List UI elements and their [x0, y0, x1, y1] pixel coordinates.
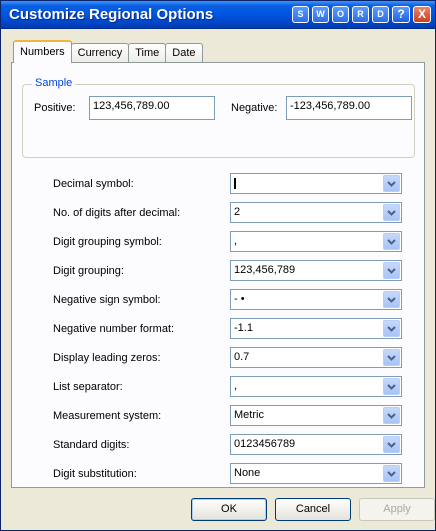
tab-currency[interactable]: Currency	[70, 43, 130, 63]
d-button[interactable]: D	[372, 6, 389, 23]
r-button[interactable]: R	[352, 6, 369, 23]
negative-number-format-value: -1.1	[234, 322, 253, 334]
negative-number-format-combo[interactable]: -1.1	[230, 318, 402, 339]
digit-substitution-value: None	[234, 467, 261, 479]
o-button[interactable]: O	[332, 6, 349, 23]
close-button[interactable]: X	[413, 6, 431, 23]
cancel-button[interactable]: Cancel	[275, 498, 351, 521]
negative-sign-symbol-combo[interactable]: - •	[230, 289, 402, 310]
chevron-down-icon[interactable]	[383, 291, 400, 308]
measurement-system-combo[interactable]: Metric	[230, 405, 402, 426]
standard-digits-value: 0123456789	[234, 438, 296, 450]
negative-sign-symbol-label: Negative sign symbol:	[53, 294, 161, 306]
decimal-symbol-value	[234, 177, 236, 189]
chevron-down-icon[interactable]	[383, 320, 400, 337]
title-bar-buttons: S W O R D ? X	[292, 6, 431, 23]
chevron-down-icon[interactable]	[383, 436, 400, 453]
negative-sample-field: -123,456,789.00	[286, 96, 412, 120]
sample-legend: Sample	[32, 77, 76, 89]
chevron-down-icon[interactable]	[383, 175, 400, 192]
help-button[interactable]: ?	[392, 6, 410, 23]
digits-after-decimal-combo[interactable]: 2	[230, 202, 402, 223]
chevron-down-icon[interactable]	[383, 378, 400, 395]
chevron-down-icon[interactable]	[383, 262, 400, 279]
text-cursor	[234, 177, 236, 189]
digit-grouping-label: Digit grouping:	[53, 265, 124, 277]
tab-date[interactable]: Date	[165, 43, 203, 63]
display-leading-zeros-label: Display leading zeros:	[53, 352, 161, 364]
positive-label: Positive:	[34, 102, 76, 114]
digit-grouping-symbol-label: Digit grouping symbol:	[53, 236, 162, 248]
digits-after-decimal-label: No. of digits after decimal:	[53, 207, 181, 219]
dialog-window: Customize Regional Options S W O R D ? X…	[0, 0, 436, 531]
tab-numbers[interactable]: Numbers	[13, 40, 72, 63]
digit-grouping-value: 123,456,789	[234, 264, 296, 276]
standard-digits-combo[interactable]: 0123456789	[230, 434, 402, 455]
chevron-down-icon[interactable]	[383, 204, 400, 221]
decimal-symbol-label: Decimal symbol:	[53, 178, 134, 190]
standard-digits-label: Standard digits:	[53, 439, 130, 451]
tab-time[interactable]: Time	[128, 43, 167, 63]
positive-sample-field: 123,456,789.00	[89, 96, 215, 120]
list-separator-combo[interactable]: ,	[230, 376, 402, 397]
digit-substitution-label: Digit substitution:	[53, 468, 137, 480]
ok-button[interactable]: OK	[191, 498, 267, 521]
chevron-down-icon[interactable]	[383, 233, 400, 250]
apply-button[interactable]: Apply	[359, 498, 435, 521]
digit-grouping-combo[interactable]: 123,456,789	[230, 260, 402, 281]
chevron-down-icon[interactable]	[383, 349, 400, 366]
tab-strip: Numbers Currency Time Date	[13, 39, 203, 63]
window-title: Customize Regional Options	[9, 6, 214, 23]
measurement-system-label: Measurement system:	[53, 410, 162, 422]
digit-substitution-combo[interactable]: None	[230, 463, 402, 484]
chevron-down-icon[interactable]	[383, 465, 400, 482]
title-bar[interactable]: Customize Regional Options S W O R D ? X	[1, 1, 435, 29]
digit-grouping-symbol-value: ,	[234, 235, 238, 247]
digit-grouping-symbol-combo[interactable]: ,	[230, 231, 402, 252]
list-separator-value: ,	[234, 380, 238, 392]
list-separator-label: List separator:	[53, 381, 123, 393]
negative-label: Negative:	[231, 102, 278, 114]
decimal-symbol-combo[interactable]	[230, 173, 402, 194]
display-leading-zeros-combo[interactable]: 0.7	[230, 347, 402, 368]
display-leading-zeros-value: 0.7	[234, 351, 250, 363]
measurement-system-value: Metric	[234, 409, 264, 421]
digits-after-decimal-value: 2	[234, 206, 241, 218]
chevron-down-icon[interactable]	[383, 407, 400, 424]
w-button[interactable]: W	[312, 6, 329, 23]
negative-number-format-label: Negative number format:	[53, 323, 175, 335]
s-button[interactable]: S	[292, 6, 309, 23]
negative-sign-symbol-value: - •	[234, 293, 245, 305]
